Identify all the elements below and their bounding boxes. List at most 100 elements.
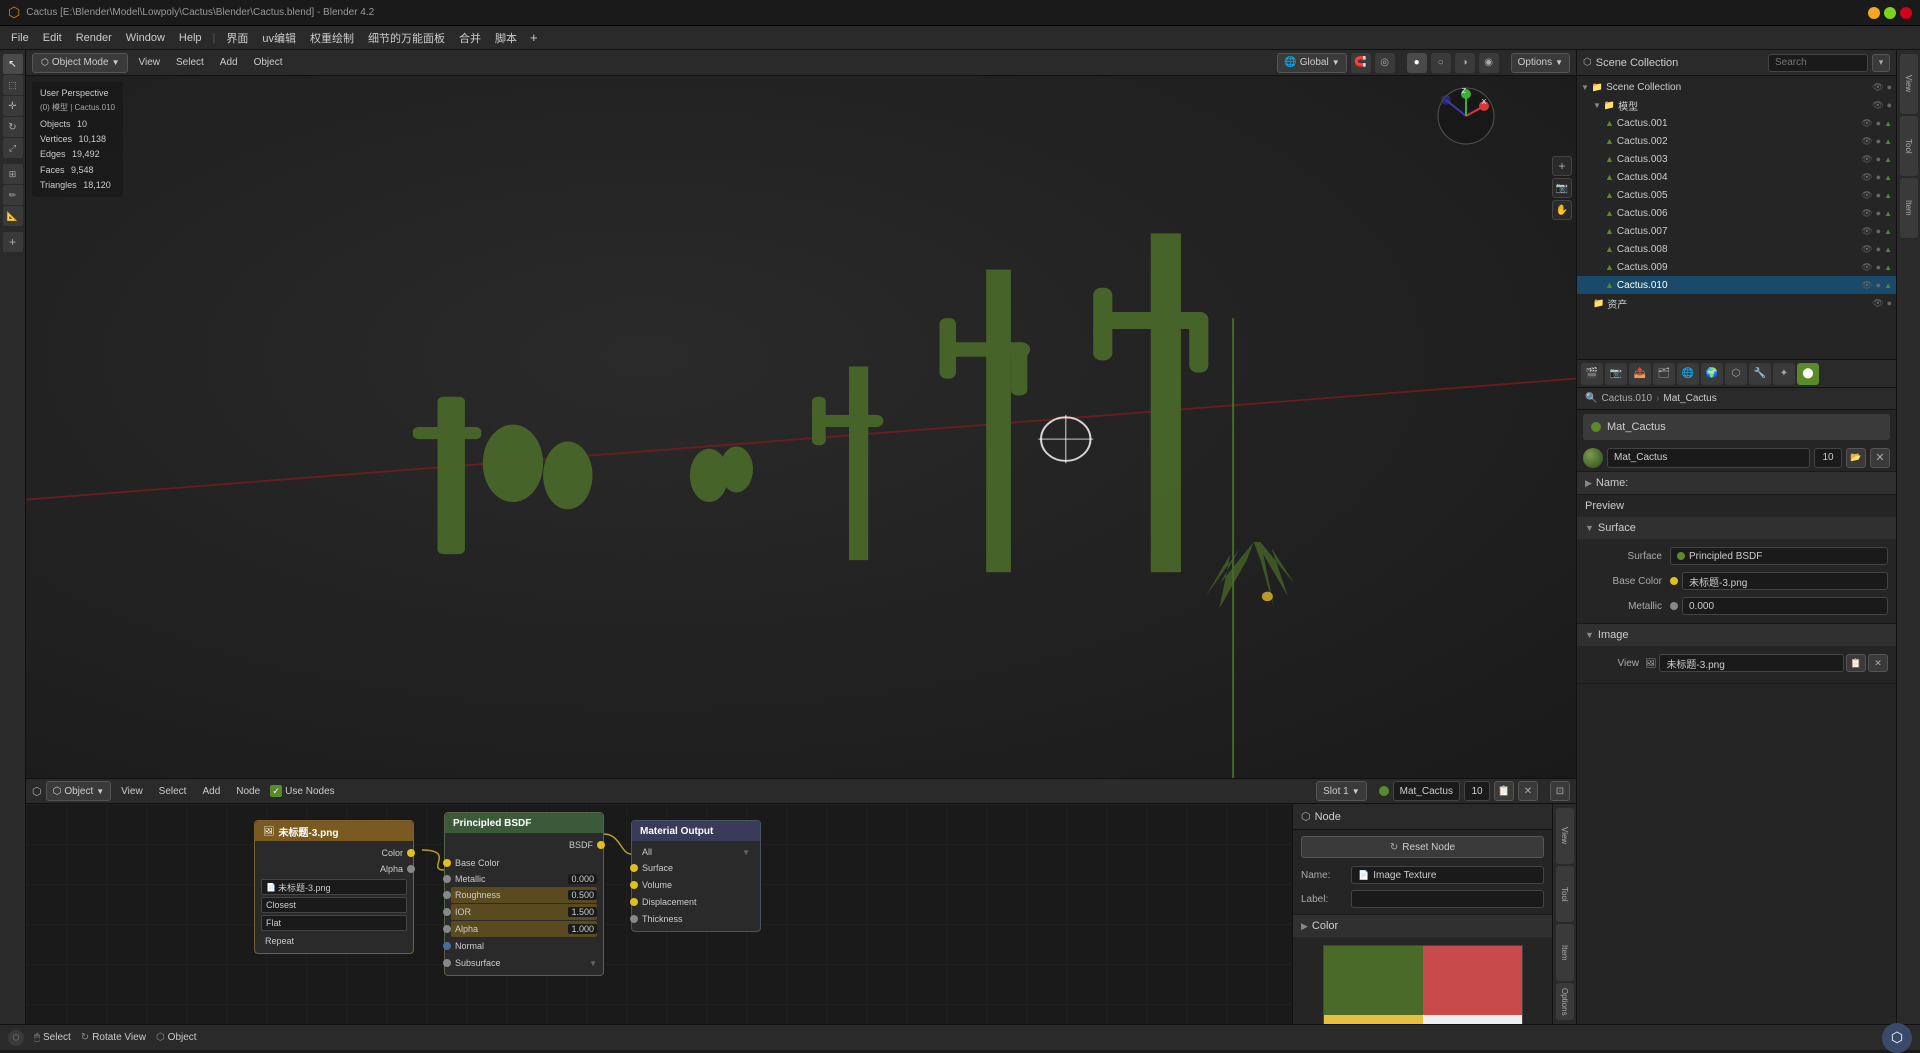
node-name-input[interactable]: 📄 Image Texture — [1351, 866, 1544, 884]
object-menu[interactable]: Object — [248, 53, 289, 73]
reset-node-btn[interactable]: ↻ Reset Node — [1301, 836, 1544, 858]
color-section-header[interactable]: ▶ Color — [1293, 915, 1552, 937]
node-node-menu[interactable]: Node — [230, 781, 266, 801]
prop-render-btn[interactable]: 📷 — [1605, 363, 1627, 385]
tool-add[interactable]: + — [3, 232, 23, 252]
outliner-item[interactable]: ▲ Cactus.010 👁 ● ▲ — [1577, 276, 1896, 294]
color-socket-out[interactable] — [407, 849, 415, 857]
node-material-num[interactable]: 10 — [1464, 781, 1490, 801]
color-cell-red[interactable] — [1423, 946, 1522, 1015]
strip-view-btn[interactable]: View — [1900, 54, 1918, 114]
bsdf-normal-input[interactable]: Normal — [451, 938, 597, 954]
node-viewport[interactable]: 🖼 未标题-3.png Color Alpha 📄 — [26, 804, 1292, 1024]
alpha-socket-out[interactable] — [407, 865, 415, 873]
material-name-input[interactable]: Mat_Cactus — [1607, 448, 1810, 468]
outliner-item[interactable]: ▲ Cactus.002 👁 ● ▲ — [1577, 132, 1896, 150]
proportional-icon[interactable]: ◎ — [1375, 53, 1395, 73]
viewport-mode-btn[interactable]: ⬡ Object Mode ▼ — [32, 53, 128, 73]
node-material-name[interactable]: Mat_Cactus — [1393, 781, 1460, 801]
maximize-btn[interactable] — [1884, 7, 1896, 19]
tool-measure[interactable]: 📐 — [3, 206, 23, 226]
outliner-item[interactable]: ▲ Cactus.006 👁 ● ▲ — [1577, 204, 1896, 222]
matout-volume-input[interactable]: Volume — [638, 877, 754, 893]
render-mode-solid[interactable]: ● — [1407, 53, 1427, 73]
pan-btn[interactable]: ✋ — [1552, 200, 1572, 220]
tool-transform[interactable]: ⊞ — [3, 164, 23, 184]
material-num-field[interactable]: 10 — [1814, 448, 1842, 468]
node-strip-options[interactable]: Options — [1556, 983, 1574, 1020]
node-strip-item[interactable]: Item — [1556, 924, 1574, 980]
viewport-gizmo[interactable]: X Z — [1436, 86, 1496, 146]
tool-annotate[interactable]: ✏ — [3, 185, 23, 205]
viewport-content[interactable]: User Perspective (0) 模型 | Cactus.010 Obj… — [26, 76, 1576, 778]
node-copy-btn[interactable]: 📋 — [1494, 781, 1514, 801]
prop-particles-btn[interactable]: ✦ — [1773, 363, 1795, 385]
prop-scene-btn[interactable]: 🎬 — [1581, 363, 1603, 385]
models-eye[interactable]: 👁 — [1872, 100, 1883, 111]
node-add-menu[interactable]: Add — [196, 781, 226, 801]
camera-view-btn[interactable]: 📷 — [1552, 178, 1572, 198]
view-menu[interactable]: View — [132, 53, 166, 73]
zoom-in-btn[interactable]: + — [1552, 156, 1572, 176]
node-select-menu[interactable]: Select — [153, 781, 193, 801]
menu-help[interactable]: Help — [172, 30, 209, 46]
interpolation-field[interactable]: Closest — [261, 897, 407, 913]
outliner-item[interactable]: ▲ Cactus.007 👁 ● ▲ — [1577, 222, 1896, 240]
tool-rotate[interactable]: ↻ — [3, 117, 23, 137]
render-mode-render[interactable]: ◉ — [1479, 53, 1499, 73]
preview-section-header[interactable]: ▶ Name: — [1577, 472, 1896, 494]
image-name-field[interactable]: 📄 未标题-3.png — [261, 879, 407, 895]
outliner-item[interactable]: ▲ Cactus.001 👁 ● ▲ — [1577, 114, 1896, 132]
prop-view-layer-btn[interactable]: 🗂 — [1653, 363, 1675, 385]
menu-edit[interactable]: Edit — [36, 30, 69, 46]
node-editor-area[interactable]: 🖼 未标题-3.png Color Alpha 📄 — [26, 804, 1576, 1024]
models-vis[interactable]: ● — [1887, 100, 1892, 110]
color-cell-yellow[interactable] — [1324, 1015, 1423, 1024]
matout-surface-input[interactable]: Surface — [638, 860, 754, 876]
matout-displacement-input[interactable]: Displacement — [638, 894, 754, 910]
outliner-item-models[interactable]: ▼ 📁 模型 👁 ● — [1577, 96, 1896, 114]
prop-world-btn[interactable]: 🌍 — [1701, 363, 1723, 385]
outliner-item[interactable]: ▲ Cactus.005 👁 ● ▲ — [1577, 186, 1896, 204]
bsdf-alpha-input[interactable]: Alpha 1.000 — [451, 921, 597, 937]
color-cell-white[interactable] — [1423, 1015, 1522, 1024]
material-output-node[interactable]: Material Output All ▼ Surface — [631, 820, 761, 932]
prop-material-btn[interactable]: ⬤ — [1797, 363, 1819, 385]
base-color-value-btn[interactable]: 未标题-3.png — [1682, 572, 1888, 590]
bsdf-output-socket[interactable] — [597, 841, 605, 849]
node-delete-btn[interactable]: ✕ — [1518, 781, 1538, 801]
bsdf-roughness-input[interactable]: Roughness 0.500 — [451, 887, 597, 903]
strip-tool-btn[interactable]: Tool — [1900, 116, 1918, 176]
outliner-filter-btn[interactable]: ▾ — [1872, 54, 1890, 72]
node-strip-view[interactable]: View — [1556, 808, 1574, 864]
menu-file[interactable]: File — [4, 30, 36, 46]
render-mode-wire[interactable]: ○ — [1431, 53, 1451, 73]
bsdf-metallic-input[interactable]: Metallic 0.000 — [451, 871, 597, 887]
outliner-item[interactable]: ▲ Cactus.009 👁 ● ▲ — [1577, 258, 1896, 276]
image-section-header[interactable]: ▼ Image — [1577, 624, 1896, 646]
prop-output-btn[interactable]: 📤 — [1629, 363, 1651, 385]
metallic-value-field[interactable]: 0.000 — [1682, 597, 1888, 615]
color-cell-green[interactable] — [1324, 946, 1423, 1015]
options-btn[interactable]: Options ▼ — [1511, 53, 1570, 73]
scene-collection-eye[interactable]: 👁 — [1872, 82, 1883, 93]
node-fit-btn[interactable]: ⊡ — [1550, 781, 1570, 801]
tool-scale[interactable]: ⤢ — [3, 138, 23, 158]
surface-value-btn[interactable]: Principled BSDF — [1670, 547, 1888, 565]
close-btn[interactable] — [1900, 7, 1912, 19]
menu-weight[interactable]: 权重绘制 — [303, 28, 361, 48]
node-label-input[interactable] — [1351, 890, 1544, 908]
prop-modifier-btn[interactable]: 🔧 — [1749, 363, 1771, 385]
color-grid[interactable] — [1323, 945, 1523, 1024]
use-nodes-checkbox[interactable]: ✓ Use Nodes — [270, 785, 334, 797]
menu-add-btn[interactable]: + — [524, 28, 544, 47]
menu-script[interactable]: 脚本 — [488, 28, 524, 48]
global-coord-btn[interactable]: 🌐 Global ▼ — [1277, 53, 1346, 73]
prop-search-icon[interactable]: 🔍 — [1585, 393, 1597, 404]
node-view-menu[interactable]: View — [115, 781, 149, 801]
bsdf-subsurface-input[interactable]: Subsurface ▼ — [451, 955, 597, 971]
outliner-item-scene-collection[interactable]: ▼ 📁 Scene Collection 👁 ● — [1577, 78, 1896, 96]
menu-ui[interactable]: 界面 — [219, 28, 255, 48]
material-new-btn[interactable]: ✕ — [1870, 448, 1890, 468]
tool-move[interactable]: ✛ — [3, 96, 23, 116]
